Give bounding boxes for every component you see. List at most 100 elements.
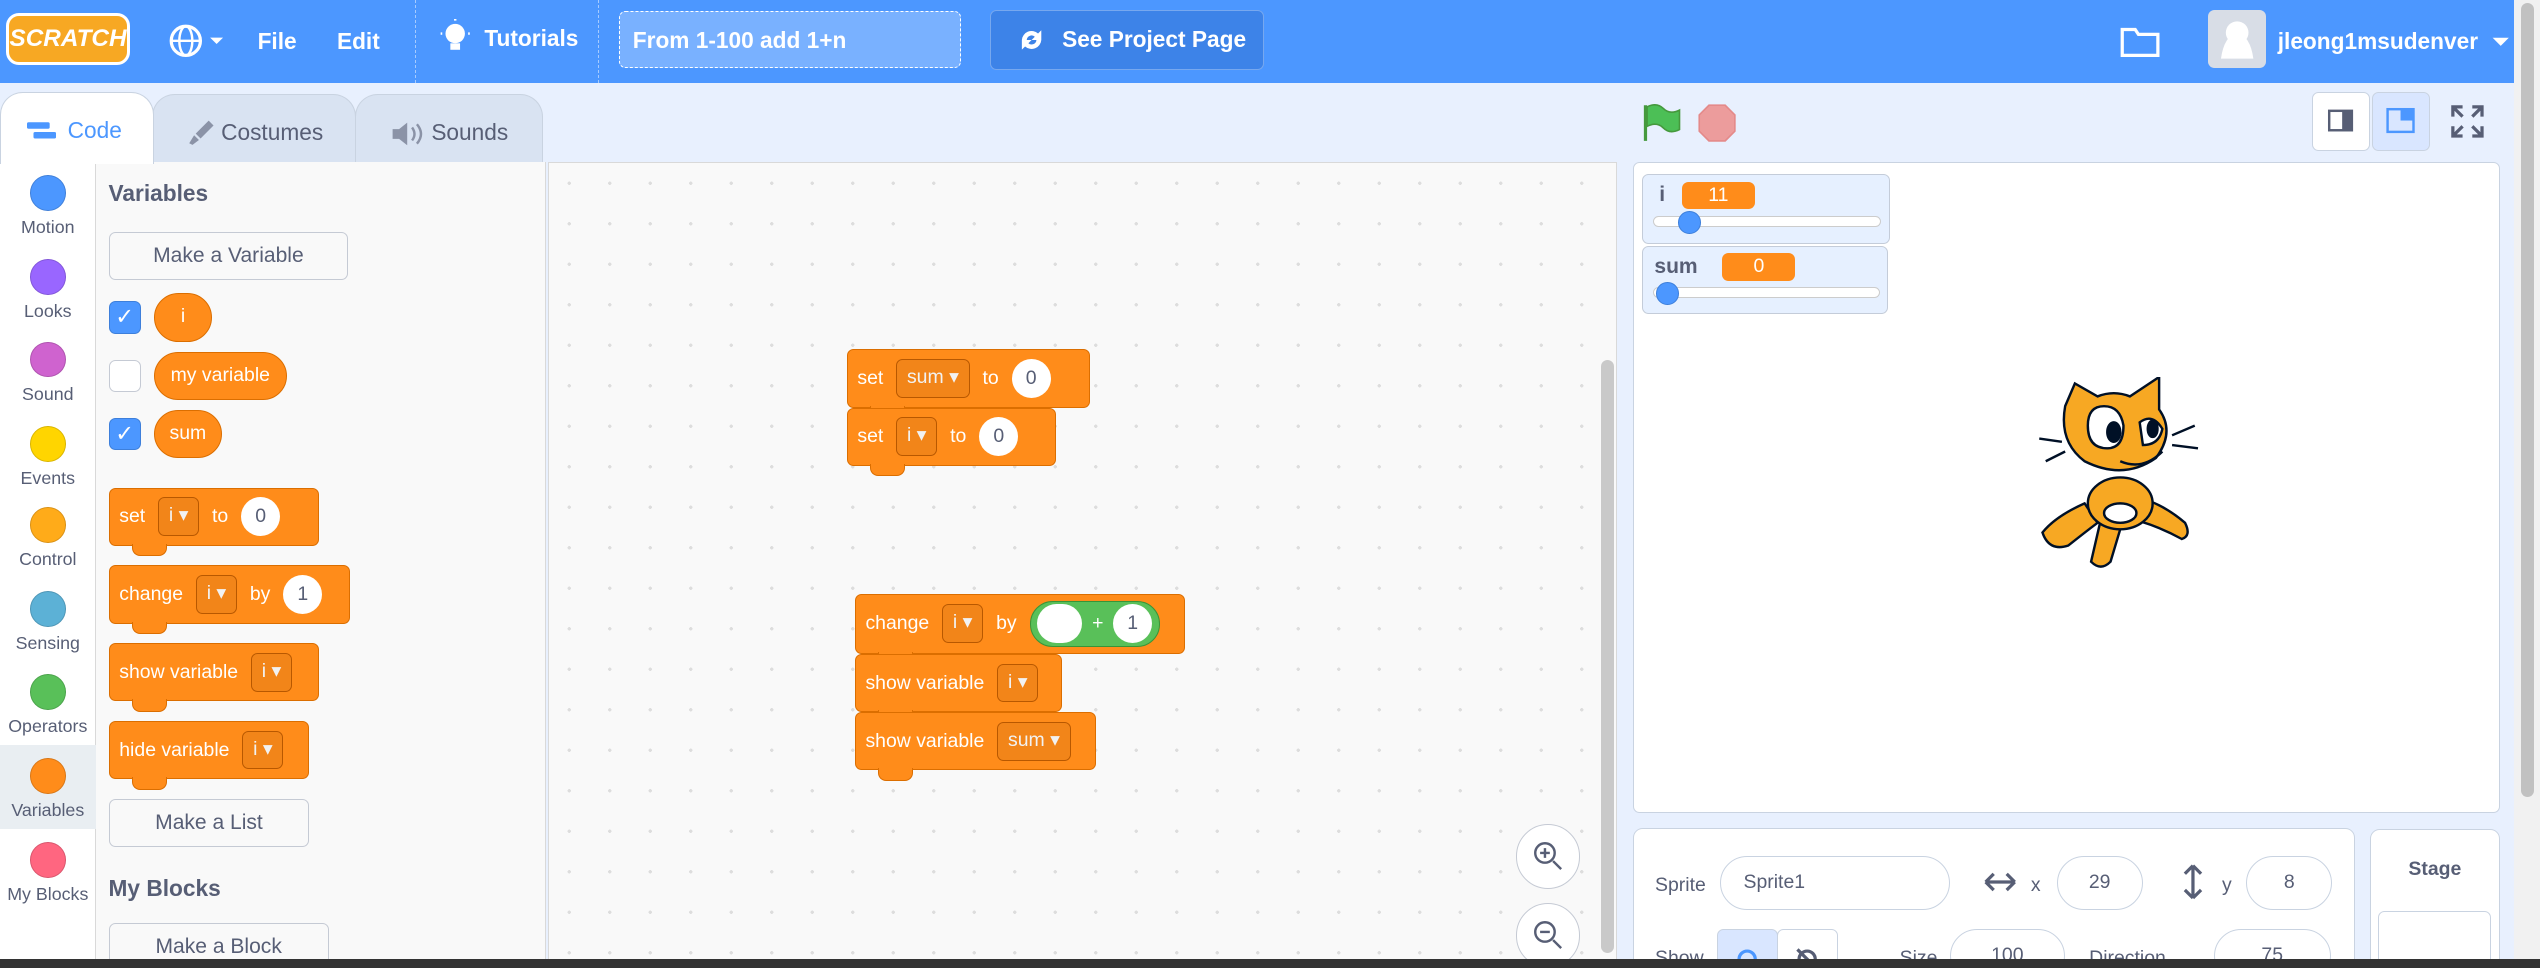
small-stage-icon <box>2327 109 2353 132</box>
file-menu[interactable]: File <box>258 28 297 55</box>
monitor-label: i <box>1659 183 1666 207</box>
stop-sign-icon <box>1698 104 1736 142</box>
fullscreen-button[interactable] <box>2448 102 2487 148</box>
large-stage-button[interactable] <box>2371 92 2430 151</box>
hide-variable-block[interactable]: hide variable i ▾ <box>108 720 310 790</box>
var-sum-reporter[interactable]: sum <box>153 409 222 459</box>
see-project-label: See Project Page <box>1062 25 1247 52</box>
script-set-sum-block[interactable]: set sum ▾ to 0 <box>846 349 1090 418</box>
x-label: x <box>2030 874 2041 897</box>
variable-dropdown[interactable]: i ▾ <box>942 604 984 644</box>
green-flag-button[interactable] <box>1639 102 1681 151</box>
tab-costumes[interactable]: Costumes <box>152 93 357 164</box>
make-list-button[interactable]: Make a List <box>108 798 310 848</box>
category-control[interactable]: Control <box>0 494 96 578</box>
var-i-reporter[interactable]: i <box>153 293 213 342</box>
monitor-i[interactable]: i 11 <box>1642 174 1890 244</box>
value-input[interactable]: 0 <box>979 417 1019 457</box>
variable-dropdown[interactable]: i ▾ <box>251 652 292 692</box>
project-title-input[interactable]: From 1-100 add 1+n <box>618 11 961 69</box>
category-looks[interactable]: Looks <box>0 246 96 330</box>
motion-dot-icon <box>29 174 66 211</box>
slider-knob[interactable] <box>1656 282 1679 305</box>
events-dot-icon <box>29 426 66 462</box>
script-change-i-block[interactable]: change i ▾ by +1 <box>854 593 1186 665</box>
see-project-page-button[interactable]: See Project Page <box>989 9 1264 70</box>
change-variable-block[interactable]: change i ▾ by 1 <box>108 565 350 635</box>
y-input[interactable]: 8 <box>2246 856 2333 910</box>
category-sensing[interactable]: Sensing <box>0 578 96 662</box>
var-i-checkbox[interactable]: ✓ <box>108 301 141 334</box>
menu-bar: SCRATCH File Edit Tutorials From 1-100 a… <box>0 0 2515 83</box>
lightbulb-icon <box>440 19 470 51</box>
avatar[interactable] <box>2208 9 2267 69</box>
edit-menu[interactable]: Edit <box>337 28 380 55</box>
empty-input[interactable] <box>1037 604 1083 644</box>
script-show-variable-sum-block[interactable]: show variable sum ▾ <box>854 712 1097 781</box>
tab-sounds[interactable]: Sounds <box>354 93 543 164</box>
speaker-icon <box>393 122 423 146</box>
cat-sprite[interactable] <box>2036 376 2204 580</box>
scratch-logo[interactable]: SCRATCH <box>6 12 130 65</box>
var-my-variable-reporter[interactable]: my variable <box>153 351 287 401</box>
block-palette: Variables Make a Variable ✓ i my variabl… <box>95 162 546 968</box>
script-area[interactable]: set sum ▾ to 0 set i ▾ to 0 change i ▾ by +1 sho… <box>547 162 1617 968</box>
sprite-name-input[interactable]: Sprite1 <box>1719 856 1950 910</box>
show-variable-block[interactable]: show variable i ▾ <box>108 643 320 712</box>
category-sound[interactable]: Sound <box>0 329 96 413</box>
account-menu[interactable]: jleong1msudenver <box>2278 28 2511 55</box>
slider-knob[interactable] <box>1678 210 1701 234</box>
script-scrollbar[interactable] <box>1600 359 1614 953</box>
var-my-variable-checkbox[interactable] <box>108 359 141 393</box>
tab-code[interactable]: Code <box>0 92 154 164</box>
variable-dropdown[interactable]: i ▾ <box>896 417 938 457</box>
my-blocks-dot-icon <box>29 842 66 879</box>
monitor-label: sum <box>1654 254 1698 278</box>
set-variable-block[interactable]: set i ▾ to 0 <box>108 487 320 557</box>
stop-button[interactable] <box>1696 102 1738 151</box>
tutorials-label: Tutorials <box>484 25 579 52</box>
variable-dropdown[interactable]: i ▾ <box>195 575 237 614</box>
value-input[interactable]: 1 <box>283 575 323 614</box>
window-bottom-edge <box>0 959 2540 968</box>
sensing-dot-icon <box>29 591 66 627</box>
my-stuff-folder-icon[interactable] <box>2119 23 2161 66</box>
sound-dot-icon <box>29 341 66 378</box>
make-variable-button[interactable]: Make a Variable <box>108 231 349 281</box>
category-motion[interactable]: Motion <box>0 162 96 246</box>
monitor-slider[interactable] <box>1652 287 1880 299</box>
category-operators[interactable]: Operators <box>0 661 96 745</box>
tutorials-button[interactable]: Tutorials <box>439 19 578 58</box>
script-show-variable-i-block[interactable]: show variable i ▾ <box>854 653 1063 723</box>
paintbrush-icon <box>188 120 214 146</box>
sprite-info-panel: Sprite Sprite1 x 29 y 8 Show Size 100 Di… <box>1632 827 2356 968</box>
variable-dropdown[interactable]: i ▾ <box>158 497 200 537</box>
variable-dropdown[interactable]: sum ▾ <box>896 359 970 398</box>
palette-heading-variables: Variables <box>108 179 209 206</box>
add-operator-block[interactable]: +1 <box>1029 601 1160 647</box>
globe-icon <box>170 24 224 57</box>
chevron-down-icon <box>2492 37 2509 46</box>
value-input[interactable]: 0 <box>1011 359 1051 398</box>
window-scrollbar[interactable] <box>2514 0 2540 968</box>
category-variables[interactable]: Variables <box>0 745 96 830</box>
monitor-sum[interactable]: sum 0 <box>1642 245 1889 314</box>
var-sum-checkbox[interactable]: ✓ <box>108 417 141 451</box>
language-menu[interactable] <box>168 23 226 59</box>
value-input[interactable]: 0 <box>241 497 281 537</box>
large-stage-icon <box>2386 108 2415 134</box>
small-stage-button[interactable] <box>2311 92 2371 151</box>
variable-dropdown[interactable]: i ▾ <box>997 663 1039 703</box>
stage-selector-panel[interactable]: Stage <box>2370 829 2500 968</box>
x-input[interactable]: 29 <box>2056 856 2143 910</box>
monitor-value: 11 <box>1681 181 1755 210</box>
script-set-i-block[interactable]: set i ▾ to 0 <box>846 407 1056 477</box>
username: jleong1msudenver <box>2277 27 2479 54</box>
category-my-blocks[interactable]: My Blocks <box>0 829 96 913</box>
category-events[interactable]: Events <box>0 413 96 497</box>
stage-canvas[interactable]: i 11 sum 0 <box>1632 162 2500 814</box>
variable-dropdown[interactable]: i ▾ <box>242 730 284 770</box>
zoom-in-button[interactable] <box>1515 823 1581 889</box>
variable-dropdown[interactable]: sum ▾ <box>997 721 1071 761</box>
value-input[interactable]: 1 <box>1113 604 1153 644</box>
